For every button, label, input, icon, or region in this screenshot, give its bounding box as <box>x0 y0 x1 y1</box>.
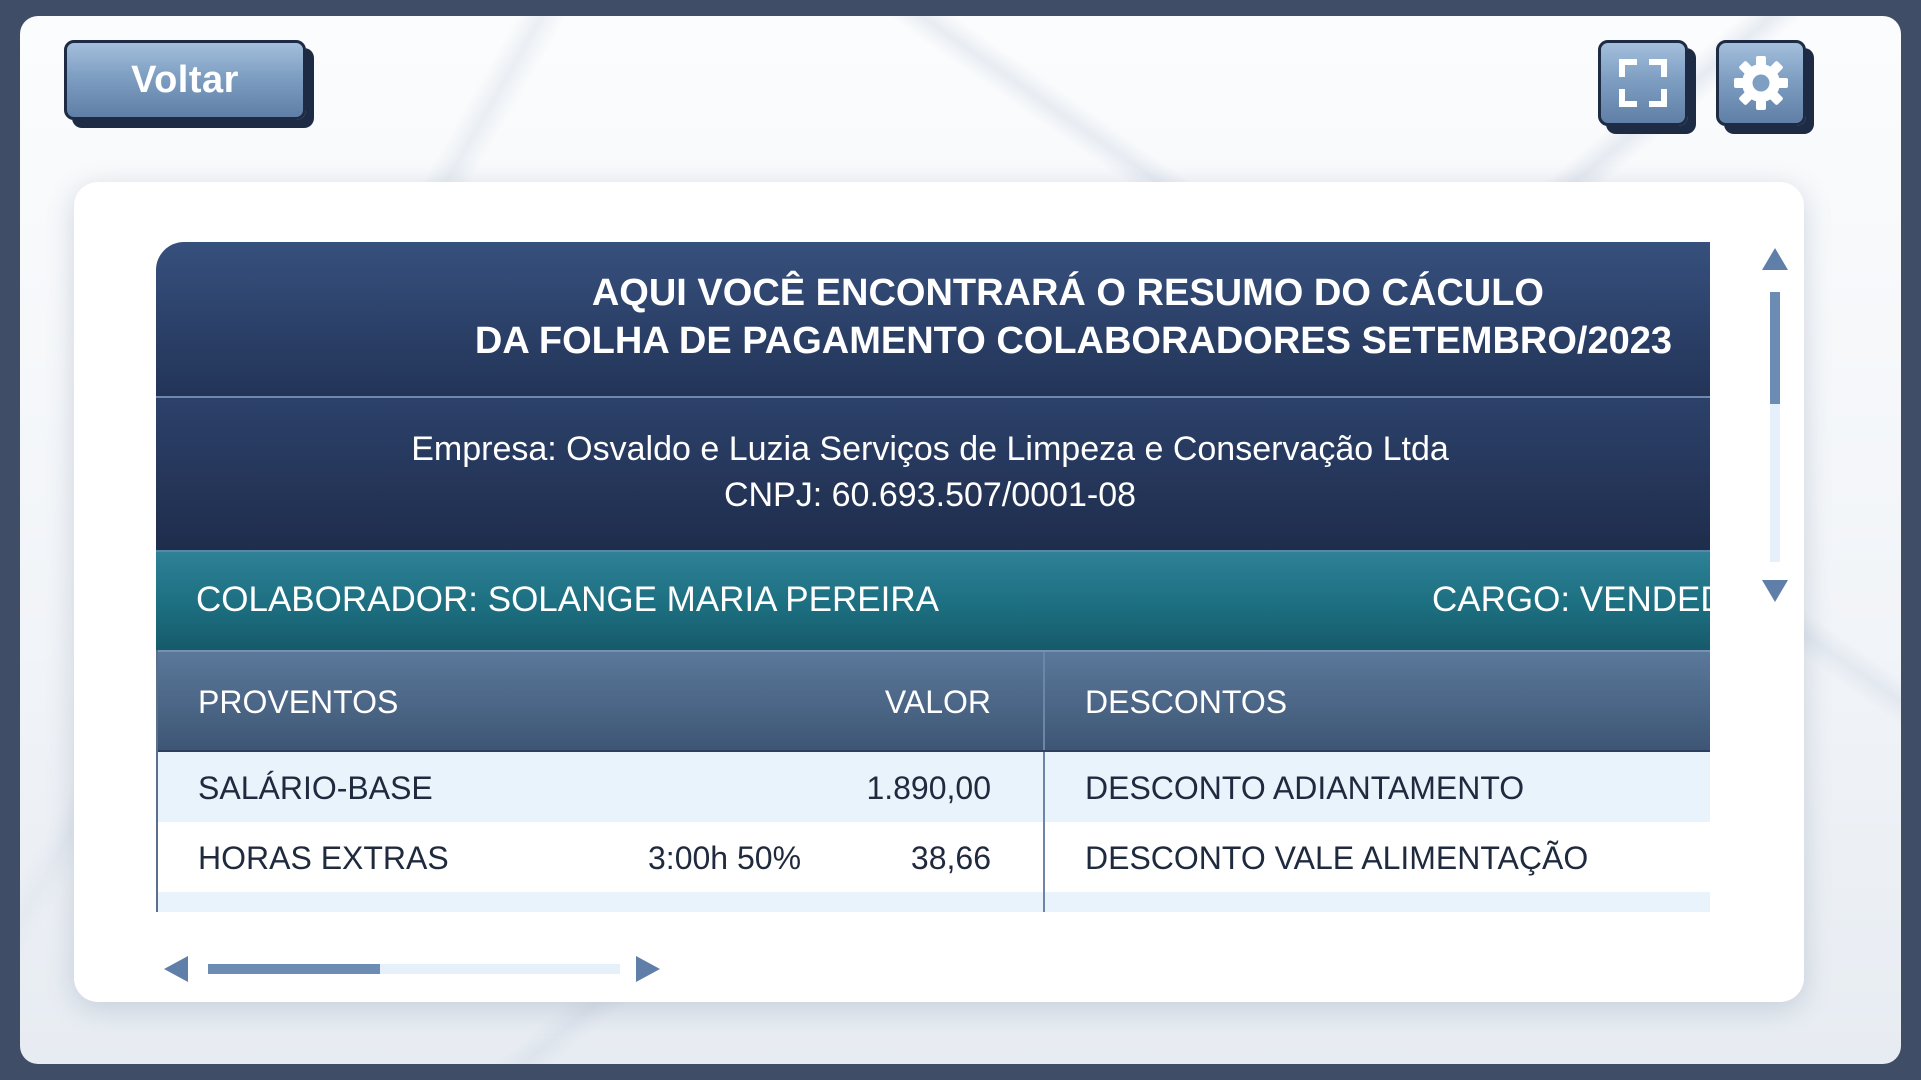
scroll-right-arrow-icon[interactable] <box>636 956 660 982</box>
vertical-scrollbar[interactable] <box>1762 248 1788 608</box>
collaborator-band: COLABORADOR: SOLANGE MARIA PEREIRA CARGO… <box>156 552 1710 650</box>
collaborator-cargo: CARGO: VENDEDORA <box>1432 580 1710 619</box>
payroll-table: PROVENTOS VALOR DESCONTOS SALÁRIO-BASE 1… <box>156 650 1710 912</box>
desconto-description: DESCONTO VALE ALIMENTAÇÃO <box>1085 840 1589 876</box>
table-row: SALÁRIO-BASE 1.890,00 DESCONTO ADIANTAME… <box>158 752 1710 822</box>
report-viewport[interactable]: AQUI VOCÊ ENCONTRARÁ O RESUMO DO CÁCULO … <box>156 242 1710 912</box>
company-cnpj: CNPJ: 60.693.507/0001-08 <box>723 476 1137 514</box>
report-title-line2: DA FOLHA DE PAGAMENTO COLABORADORES SETE… <box>474 320 1672 362</box>
collaborator-name: COLABORADOR: SOLANGE MARIA PEREIRA <box>196 580 939 619</box>
provento-cell: SALÁRIO-BASE 1.890,00 <box>158 752 1045 822</box>
desconto-description: DESCONTO ADIANTAMENTO <box>1085 770 1525 806</box>
table-row: HORAS EXTRAS 3:00h 50% 38,66 DESCONTO VA… <box>158 822 1710 892</box>
provento-cell: HORAS EXTRAS 3:00h 50% 38,66 <box>158 822 1045 892</box>
desconto-cell: DESCONTO ADIANTAMENTO <box>1045 752 1710 822</box>
report-content: AQUI VOCÊ ENCONTRARÁ O RESUMO DO CÁCULO … <box>156 242 1710 912</box>
header-descontos-cell: DESCONTOS <box>1045 652 1710 750</box>
provento-value: 38,66 <box>910 840 991 876</box>
report-title-line1: AQUI VOCÊ ENCONTRARÁ O RESUMO DO CÁCULO <box>591 272 1544 314</box>
provento-description: SALÁRIO-BASE <box>198 770 433 806</box>
provento-value: 1.890,00 <box>866 770 991 806</box>
vertical-scroll-thumb[interactable] <box>1770 292 1780 404</box>
table-row <box>158 892 1710 912</box>
header-descontos: DESCONTOS <box>1085 684 1288 720</box>
company-header: Empresa: Osvaldo e Luzia Serviços de Lim… <box>156 398 1710 552</box>
header-proventos: PROVENTOS <box>198 684 399 720</box>
scroll-left-arrow-icon[interactable] <box>164 956 188 982</box>
back-button[interactable]: Voltar <box>64 40 306 120</box>
fullscreen-button[interactable] <box>1598 40 1688 126</box>
provento-cell <box>158 892 1045 912</box>
fullscreen-icon <box>1619 59 1667 107</box>
scroll-up-arrow-icon[interactable] <box>1762 248 1788 270</box>
provento-description: HORAS EXTRAS <box>198 840 449 876</box>
desconto-cell <box>1045 892 1710 912</box>
header-proventos-cell: PROVENTOS VALOR <box>158 652 1045 750</box>
desconto-cell: DESCONTO VALE ALIMENTAÇÃO <box>1045 822 1710 892</box>
horizontal-scroll-thumb[interactable] <box>208 964 380 974</box>
gear-icon <box>1734 56 1788 110</box>
settings-button[interactable] <box>1716 40 1806 126</box>
company-name: Empresa: Osvaldo e Luzia Serviços de Lim… <box>411 430 1449 468</box>
provento-reference: 3:00h 50% <box>648 840 802 876</box>
header-valor: VALOR <box>884 684 991 720</box>
table-header: PROVENTOS VALOR DESCONTOS <box>158 650 1710 752</box>
horizontal-scrollbar[interactable] <box>164 954 664 984</box>
scroll-down-arrow-icon[interactable] <box>1762 580 1788 602</box>
report-title-header: AQUI VOCÊ ENCONTRARÁ O RESUMO DO CÁCULO … <box>156 242 1710 398</box>
